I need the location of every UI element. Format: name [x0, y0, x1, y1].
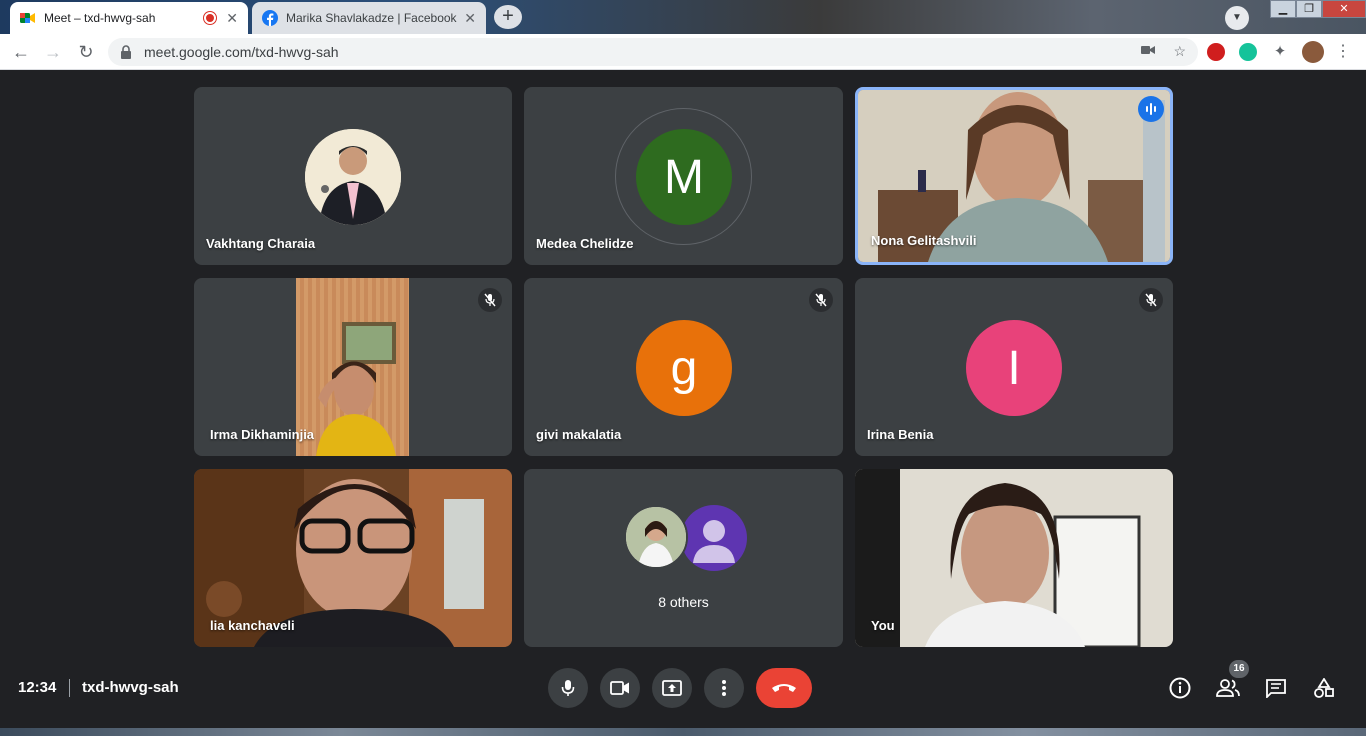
participant-name: Irina Benia — [867, 427, 934, 442]
info-icon — [1169, 677, 1191, 699]
grammarly-extension-icon[interactable] — [1239, 43, 1257, 61]
participant-tile[interactable]: lia kanchaveli — [194, 469, 512, 647]
muted-mic-icon — [809, 288, 833, 312]
participant-name: givi makalatia — [536, 427, 622, 442]
self-tile[interactable]: You — [855, 469, 1173, 647]
facebook-icon — [262, 10, 278, 26]
self-video — [855, 469, 1173, 647]
recording-indicator-icon — [204, 12, 217, 24]
letter-avatar: M — [636, 129, 732, 225]
people-icon — [1216, 679, 1240, 697]
minimize-button[interactable]: ▁ — [1270, 0, 1296, 18]
participant-name: Medea Chelidze — [536, 236, 634, 251]
letter-avatar: g — [636, 320, 732, 416]
tab-title: Marika Shavlakadze | Facebook — [286, 11, 457, 25]
new-tab-button[interactable]: + — [494, 5, 522, 29]
back-icon[interactable]: ← — [10, 41, 32, 63]
participant-tile[interactable]: Vakhtang Charaia — [194, 87, 512, 265]
others-count-label: 8 others — [658, 594, 709, 610]
participant-name: You — [871, 618, 895, 633]
camera-in-use-icon[interactable] — [1141, 43, 1156, 60]
camera-icon — [610, 681, 629, 695]
present-icon — [662, 680, 682, 696]
forward-icon[interactable]: → — [42, 41, 64, 63]
meeting-time: 12:34 — [18, 679, 57, 696]
meeting-code: txd-hwvg-sah — [82, 679, 179, 696]
bookmark-star-icon[interactable]: ☆ — [1173, 43, 1186, 60]
participant-name: Vakhtang Charaia — [206, 236, 316, 251]
participant-tile[interactable]: M Medea Chelidze — [524, 87, 843, 265]
close-tab-icon[interactable]: ✕ — [226, 10, 238, 27]
generic-person-avatar — [681, 505, 747, 571]
tab-facebook[interactable]: Marika Shavlakadze | Facebook ✕ — [252, 2, 486, 34]
leave-call-button[interactable] — [756, 668, 812, 708]
url-text: meet.google.com/txd-hwvg-sah — [144, 44, 339, 60]
restore-button[interactable]: ❐ — [1296, 0, 1322, 18]
url-input[interactable]: meet.google.com/txd-hwvg-sah ☆ — [108, 38, 1198, 66]
participant-name: lia kanchaveli — [210, 618, 295, 633]
chrome-menu-icon[interactable]: ⋮ — [1334, 43, 1352, 61]
people-count-badge: 16 — [1229, 660, 1249, 678]
present-screen-button[interactable] — [652, 668, 692, 708]
show-everyone-button[interactable] — [1214, 674, 1242, 702]
meeting-controls-bar: 12:34 txd-hwvg-sah — [0, 660, 1366, 716]
chat-icon — [1266, 679, 1286, 698]
participant-tile[interactable]: I Irina Benia — [855, 278, 1173, 456]
adblock-extension-icon[interactable] — [1207, 43, 1225, 61]
activities-button[interactable] — [1310, 674, 1338, 702]
profile-avatar[interactable] — [1302, 41, 1324, 63]
participant-tile-active-speaker[interactable]: Nona Gelitashvili — [855, 87, 1173, 265]
close-window-button[interactable]: ✕ — [1322, 0, 1366, 18]
camera-button[interactable] — [600, 668, 640, 708]
speaking-indicator-icon — [1138, 96, 1164, 122]
lock-icon — [121, 45, 131, 59]
participant-name: Nona Gelitashvili — [871, 233, 977, 248]
tab-title: Meet – txd-hwvg-sah — [44, 11, 156, 25]
participant-tile[interactable]: Irma Dikhaminjia — [194, 278, 512, 456]
microphone-button[interactable] — [548, 668, 588, 708]
chat-button[interactable] — [1262, 674, 1290, 702]
os-taskbar — [0, 728, 1366, 736]
divider — [69, 679, 70, 697]
window-controls: ▁ ❐ ✕ — [1270, 0, 1366, 20]
microphone-icon — [561, 680, 575, 696]
browser-tab-strip: Meet – txd-hwvg-sah ✕ Marika Shavlakadze… — [0, 0, 1366, 34]
participant-photo-avatar — [624, 505, 688, 569]
more-vert-icon — [722, 680, 726, 696]
reload-icon[interactable]: ↻ — [75, 41, 97, 63]
participant-tile[interactable]: g givi makalatia — [524, 278, 843, 456]
extensions-puzzle-icon[interactable]: ✦ — [1271, 43, 1289, 61]
activities-shapes-icon — [1314, 678, 1334, 698]
more-options-button[interactable] — [704, 668, 744, 708]
muted-mic-icon — [478, 288, 502, 312]
participant-name: Irma Dikhaminjia — [210, 427, 315, 442]
muted-mic-icon — [1139, 288, 1163, 312]
hang-up-icon — [772, 684, 796, 692]
tab-meet[interactable]: Meet – txd-hwvg-sah ✕ — [10, 2, 248, 34]
letter-avatar: I — [966, 320, 1062, 416]
meeting-details-button[interactable] — [1166, 674, 1194, 702]
close-tab-icon[interactable]: ✕ — [464, 10, 476, 27]
address-bar: ← → ↻ meet.google.com/txd-hwvg-sah ☆ ✦ ⋮ — [0, 34, 1366, 70]
google-meet-icon — [20, 10, 36, 26]
others-tile[interactable]: 8 others — [524, 469, 843, 647]
tab-search-icon[interactable]: ▼ — [1225, 6, 1249, 30]
participant-photo-avatar — [305, 129, 401, 225]
